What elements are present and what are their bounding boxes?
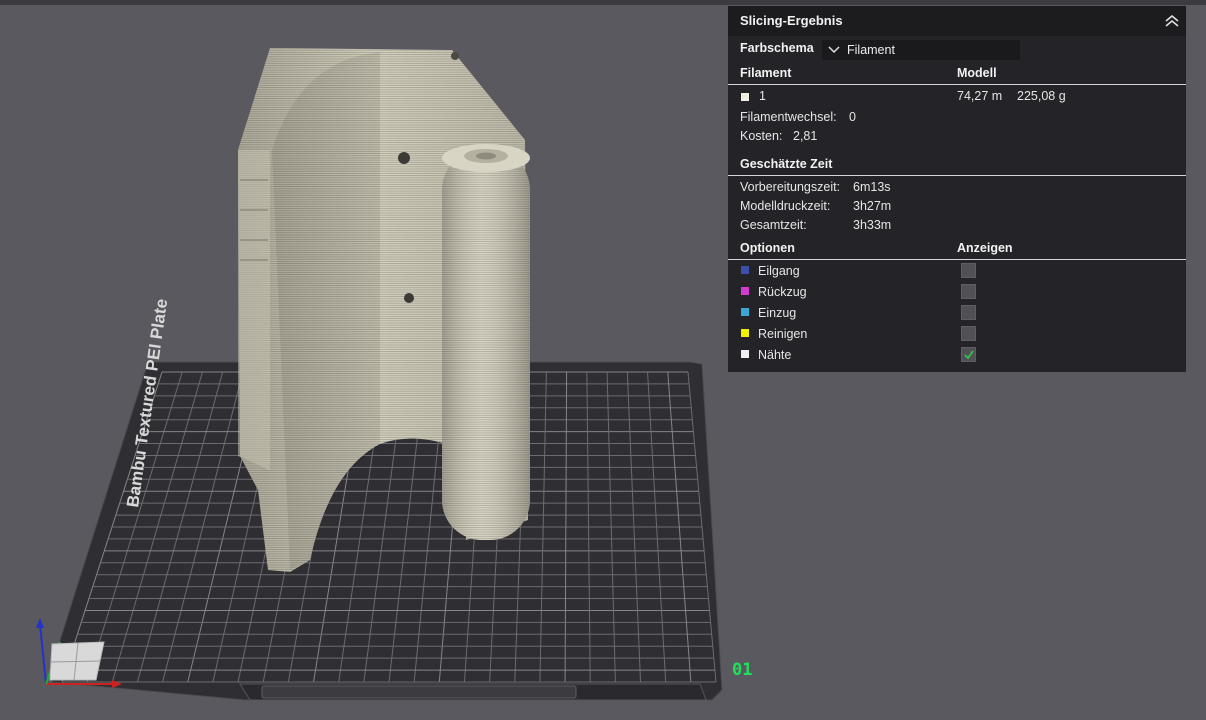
travel-checkbox[interactable] <box>961 263 976 278</box>
chevron-up-double-icon <box>1165 14 1179 27</box>
cost-label: Kosten: <box>740 129 783 143</box>
filament-index: 1 <box>759 89 766 103</box>
filament-changes-value: 0 <box>849 110 856 124</box>
print-time-label: Modelldruckzeit: <box>740 199 831 213</box>
option-label: Eilgang <box>758 264 800 278</box>
unretract-checkbox[interactable] <box>961 305 976 320</box>
model-column-header: Modell <box>957 66 997 80</box>
travel-color-swatch <box>741 266 749 274</box>
wipe-checkbox[interactable] <box>961 326 976 341</box>
collapse-button[interactable] <box>1162 11 1182 31</box>
filament-column-header: Filament <box>740 66 792 80</box>
print-time-value: 3h27m <box>853 199 892 213</box>
filament-color-swatch <box>741 93 749 101</box>
panel-title: Slicing-Ergebnis <box>740 13 843 28</box>
panel-header: Slicing-Ergebnis <box>728 6 1186 36</box>
slicing-result-panel: Slicing-Ergebnis Farbschema Filament Fil… <box>728 6 1186 372</box>
filament-length: 74,27 m <box>957 89 1003 103</box>
seams-color-swatch <box>741 350 749 358</box>
filament-changes-label: Filamentwechsel: <box>740 110 837 124</box>
unretract-color-swatch <box>741 308 749 316</box>
option-label: Einzug <box>758 306 797 320</box>
retract-checkbox[interactable] <box>961 284 976 299</box>
option-label: Rückzug <box>758 285 807 299</box>
check-icon <box>964 350 974 360</box>
estimated-time-title: Geschätzte Zeit <box>740 157 833 171</box>
option-label: Nähte <box>758 348 792 362</box>
retract-color-swatch <box>741 287 749 295</box>
color-scheme-label: Farbschema <box>740 41 814 55</box>
color-scheme-value: Filament <box>847 43 895 57</box>
plate-number: 01 <box>732 660 753 680</box>
total-time-label: Gesamtzeit: <box>740 218 807 232</box>
chevron-down-icon <box>828 46 840 54</box>
option-label: Reinigen <box>758 327 808 341</box>
wipe-color-swatch <box>741 329 749 337</box>
prep-time-label: Vorbereitungszeit: <box>740 180 841 194</box>
cost-value: 2,81 <box>793 129 818 143</box>
options-title: Optionen <box>740 241 795 255</box>
show-title: Anzeigen <box>957 241 1013 255</box>
seams-checkbox[interactable] <box>961 347 976 362</box>
prep-time-value: 6m13s <box>853 180 891 194</box>
filament-weight: 225,08 g <box>1017 89 1066 103</box>
divider <box>728 259 1186 260</box>
divider <box>728 84 1186 85</box>
divider <box>728 175 1186 176</box>
total-time-value: 3h33m <box>853 218 892 232</box>
color-scheme-dropdown[interactable]: Filament <box>822 40 1020 60</box>
